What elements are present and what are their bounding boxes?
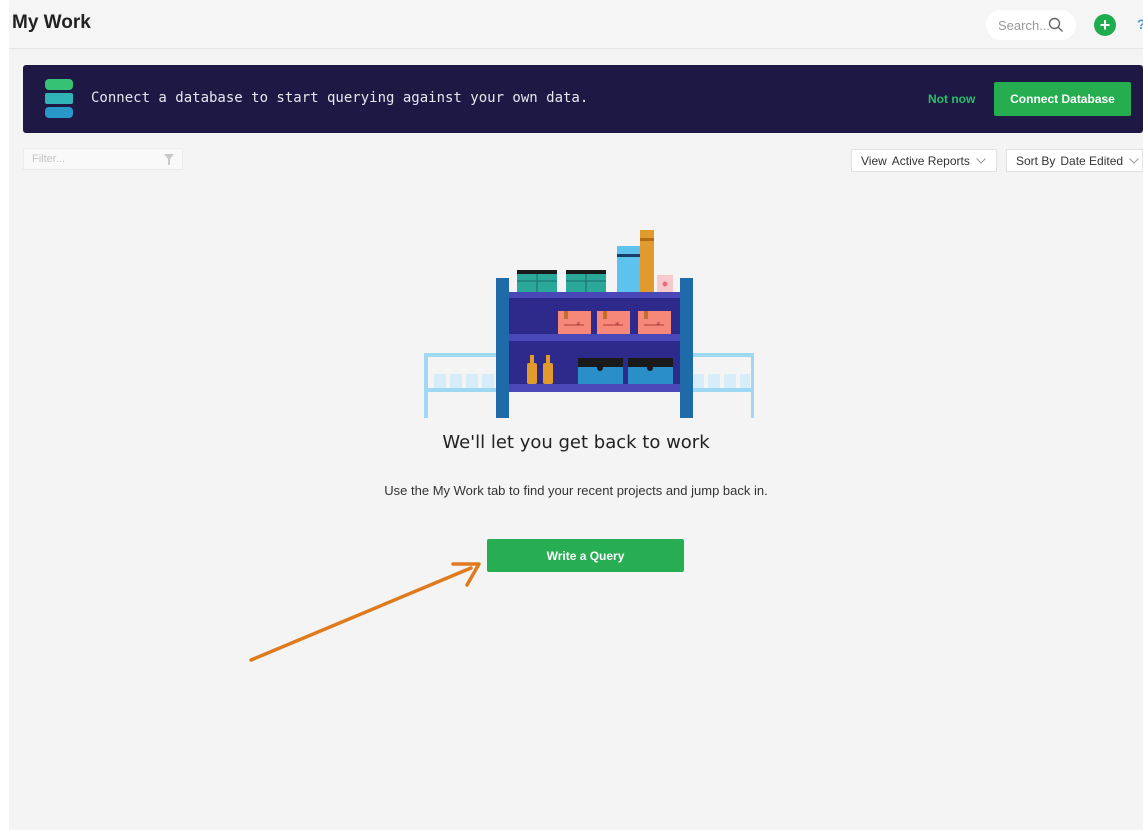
write-query-button[interactable]: Write a Query <box>487 539 684 572</box>
top-bar: My Work Search... + ? <box>9 0 1143 49</box>
bookshelf-illustration: * * * <box>424 230 754 418</box>
svg-text:*: * <box>656 321 661 331</box>
svg-text:*: * <box>576 321 581 331</box>
database-icon <box>45 79 73 118</box>
sort-dropdown[interactable]: Sort By Date Edited <box>1006 149 1143 172</box>
add-button[interactable]: + <box>1094 14 1116 36</box>
chevron-down-icon <box>1129 157 1139 164</box>
chevron-down-icon <box>975 157 986 164</box>
connect-database-banner: Connect a database to start querying aga… <box>23 65 1143 133</box>
view-label: View <box>861 153 887 168</box>
pink-boxes: * * * <box>558 311 671 334</box>
page-title: My Work <box>12 12 91 33</box>
shelf-frame <box>496 278 693 418</box>
search-box[interactable]: Search... <box>986 10 1076 40</box>
left-rail <box>424 353 499 418</box>
empty-state-subtitle: Use the My Work tab to find your recent … <box>384 483 768 498</box>
search-placeholder: Search... <box>998 17 1051 33</box>
filter-icon <box>164 154 174 165</box>
banner-message: Connect a database to start querying aga… <box>91 90 589 106</box>
sort-value: Date Edited <box>1060 153 1124 168</box>
filter-input[interactable]: Filter... <box>23 148 183 170</box>
svg-text:*: * <box>615 321 620 331</box>
view-dropdown[interactable]: View Active Reports <box>851 149 997 172</box>
view-value: Active Reports <box>891 153 970 168</box>
sort-label: Sort By <box>1016 153 1056 168</box>
app-window: My Work Search... + ? Connect a database… <box>9 0 1143 830</box>
not-now-button[interactable]: Not now <box>928 92 975 106</box>
plus-icon: + <box>1099 15 1111 35</box>
help-icon[interactable]: ? <box>1137 16 1143 32</box>
empty-state-title: We'll let you get back to work <box>442 432 710 453</box>
filter-placeholder: Filter... <box>32 153 66 165</box>
top-boxes <box>517 230 673 292</box>
search-icon <box>1048 17 1063 32</box>
connect-database-button[interactable]: Connect Database <box>994 82 1131 116</box>
